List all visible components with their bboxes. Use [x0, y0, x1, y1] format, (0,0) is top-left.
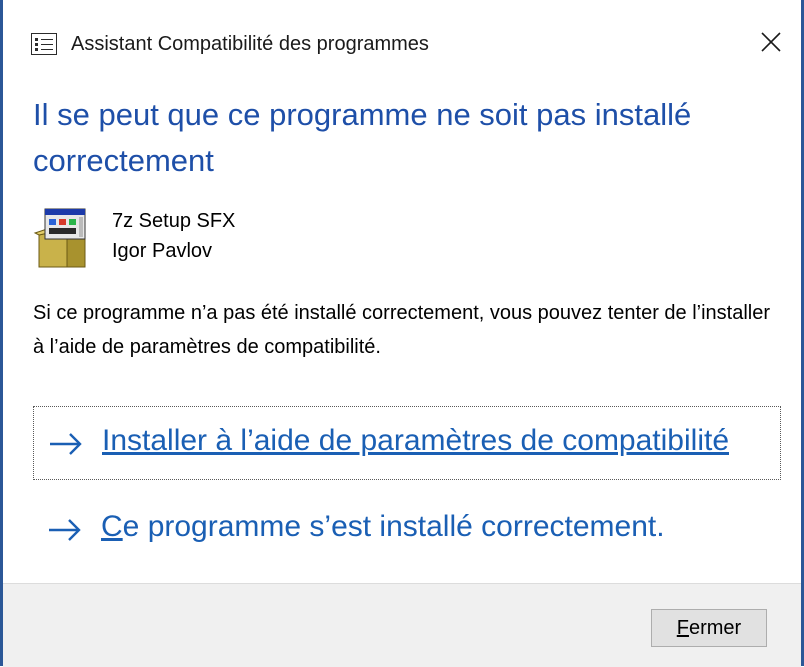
program-publisher: Igor Pavlov: [112, 240, 213, 262]
program-name: 7z Setup SFX: [112, 210, 236, 232]
window-title: Assistant Compatibilité des programmes: [71, 33, 429, 55]
mnemonic-f: F: [676, 617, 689, 639]
compatibility-assistant-icon: [31, 33, 57, 55]
description-text: Si ce programme n’a pas été installé cor…: [33, 302, 771, 358]
dialog-footer: Fermer: [3, 583, 801, 667]
install-with-compatibility-option[interactable]: Installer à l’aide de paramètres de comp…: [33, 406, 781, 480]
installer-box-icon: [33, 205, 97, 269]
installed-correctly-option[interactable]: Ce programme s’est installé correctement…: [33, 493, 781, 567]
close-button[interactable]: [749, 20, 793, 64]
install-with-compatibility-label: Installer à l’aide de paramètres de comp…: [102, 424, 729, 457]
mnemonic-c: C: [101, 510, 123, 543]
arrow-right-icon: [47, 517, 83, 548]
fermer-button[interactable]: Fermer: [651, 609, 767, 647]
close-icon: [761, 32, 781, 52]
arrow-right-icon: [48, 431, 84, 462]
main-heading: Il se peut que ce programme ne soit pas …: [33, 97, 692, 178]
installed-correctly-label: Ce programme s’est installé correctement…: [101, 510, 665, 544]
title-bar[interactable]: Assistant Compatibilité des programmes: [3, 0, 801, 86]
fermer-label-rest: ermer: [688, 617, 742, 639]
window-border-left: [0, 0, 3, 666]
installed-correctly-label-rest: e programme s’est installé correctement.: [122, 510, 665, 543]
